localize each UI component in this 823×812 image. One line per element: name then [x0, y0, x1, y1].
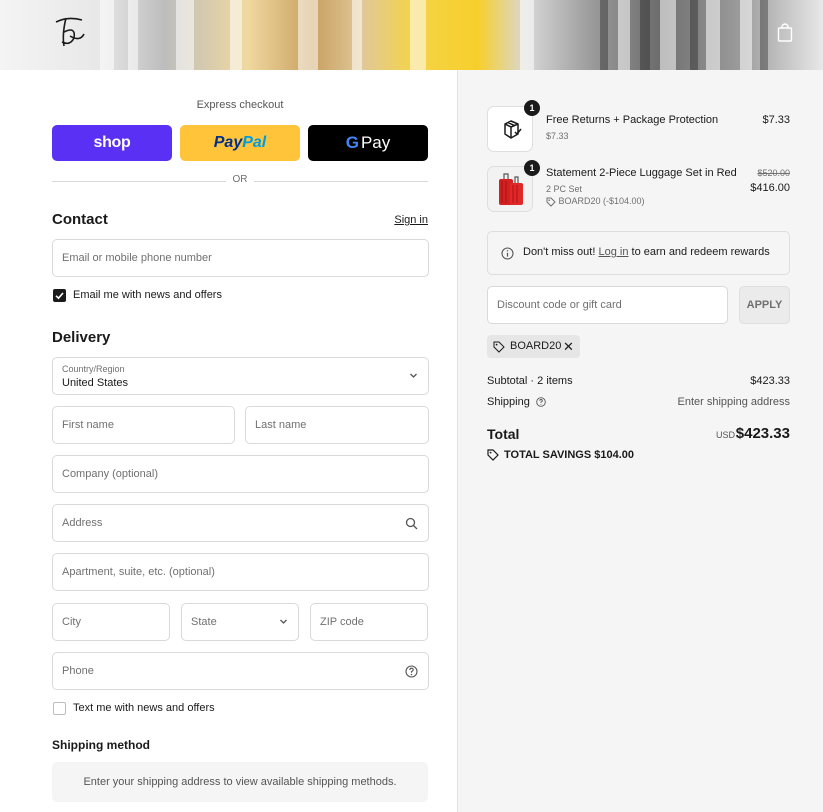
discount-code-input[interactable]: Discount code or gift card: [487, 286, 728, 324]
email-field[interactable]: Email or mobile phone number: [52, 239, 429, 277]
address-field[interactable]: Address: [52, 504, 429, 542]
tag-icon: [546, 197, 556, 207]
text-news-checkbox[interactable]: [53, 702, 66, 715]
company-placeholder: Company (optional): [62, 468, 158, 480]
email-placeholder: Email or mobile phone number: [62, 252, 212, 264]
phone-placeholder: Phone: [62, 665, 94, 677]
shipping-method-title: Shipping method: [52, 738, 150, 752]
applied-code: BOARD20: [510, 340, 562, 352]
item-original-price: $520.00: [757, 168, 790, 178]
shop-pay-button[interactable]: shop: [52, 125, 172, 161]
express-checkout-label: Express checkout: [196, 99, 284, 111]
item-title: Free Returns + Package Protection: [546, 114, 719, 126]
zip-placeholder: ZIP code: [320, 616, 364, 628]
chevron-down-icon: [280, 619, 287, 624]
shipping-method-message: Enter your shipping address to view avai…: [52, 762, 428, 802]
applied-discount-chip: BOARD20 ✕: [487, 335, 580, 358]
currency-label: USD: [716, 430, 736, 440]
item-subtitle: 2 PC Set: [546, 184, 583, 194]
signature-logo-icon[interactable]: [50, 12, 90, 56]
text-news-label: Text me with news and offers: [73, 702, 215, 714]
city-field[interactable]: City: [52, 603, 170, 641]
contact-title: Contact: [52, 211, 108, 228]
first-name-field[interactable]: First name: [52, 406, 235, 444]
item-subtitle: $7.33: [546, 131, 569, 141]
chevron-down-icon: [410, 373, 417, 378]
country-label: Country/Region: [62, 364, 125, 374]
shipping-line-label: Shipping: [487, 396, 546, 408]
country-value: United States: [62, 377, 129, 389]
or-label: OR: [232, 174, 248, 185]
city-placeholder: City: [62, 616, 81, 628]
rewards-suffix: to earn and redeem rewards: [631, 246, 770, 258]
subtotal-label: Subtotal · 2 items: [487, 375, 573, 387]
shipping-value: Enter shipping address: [677, 396, 790, 408]
state-select[interactable]: State: [181, 603, 299, 641]
email-news-checkbox[interactable]: [53, 289, 66, 302]
savings-label: TOTAL SAVINGS: [504, 449, 592, 461]
help-circle-icon[interactable]: [405, 665, 418, 678]
quantity-badge: 1: [524, 160, 540, 176]
phone-field[interactable]: Phone: [52, 652, 429, 690]
apartment-placeholder: Apartment, suite, etc. (optional): [62, 566, 215, 578]
search-icon: [405, 517, 418, 530]
paypal-label-part2: Pal: [242, 134, 267, 151]
checkmark-icon: [55, 292, 64, 300]
zip-field[interactable]: ZIP code: [310, 603, 428, 641]
tag-icon: [487, 449, 499, 461]
company-field[interactable]: Company (optional): [52, 455, 429, 493]
item-price: $416.00: [750, 182, 790, 194]
quantity-badge: 1: [524, 100, 540, 116]
address-placeholder: Address: [62, 517, 103, 529]
rewards-text: Don't miss out! Log in to earn and redee…: [523, 246, 770, 258]
subtotal-value: $423.33: [750, 375, 790, 387]
item-discount: BOARD20 (-$104.00): [546, 196, 645, 207]
google-pay-button[interactable]: G Pay: [308, 125, 428, 161]
rewards-banner: Don't miss out! Log in to earn and redee…: [487, 231, 790, 275]
delivery-title: Delivery: [52, 329, 111, 346]
tag-icon: [493, 341, 505, 353]
country-select[interactable]: Country/Region United States: [52, 357, 429, 395]
google-g-icon: G: [345, 133, 359, 152]
paypal-label-part1: Pay: [213, 134, 243, 151]
last-name-placeholder: Last name: [255, 419, 307, 431]
total-savings: TOTAL SAVINGS $104.00: [487, 449, 634, 461]
help-circle-icon[interactable]: [536, 397, 546, 407]
total-value: $423.33: [735, 425, 790, 442]
apartment-field[interactable]: Apartment, suite, etc. (optional): [52, 553, 429, 591]
item-price: $7.33: [762, 114, 790, 126]
shop-pay-label: shop: [93, 134, 131, 151]
first-name-placeholder: First name: [62, 419, 114, 431]
google-pay-label: Pay: [360, 133, 391, 152]
savings-value: $104.00: [594, 449, 635, 461]
paypal-button[interactable]: Pay Pal: [180, 125, 300, 161]
state-placeholder: State: [191, 616, 217, 628]
or-divider: OR: [52, 174, 428, 188]
total-label: Total: [487, 426, 520, 442]
rewards-prefix: Don't miss out!: [523, 246, 596, 258]
last-name-field[interactable]: Last name: [245, 406, 429, 444]
info-icon: [501, 247, 514, 260]
discount-placeholder: Discount code or gift card: [497, 299, 622, 311]
header-banner: [0, 0, 823, 70]
shipping-label-text: Shipping: [487, 396, 530, 408]
remove-discount-icon[interactable]: ✕: [563, 339, 574, 355]
sign-in-link[interactable]: Sign in: [394, 214, 428, 226]
apply-button[interactable]: APPLY: [739, 286, 790, 324]
item-title: Statement 2-Piece Luggage Set in Red: [546, 167, 737, 179]
log-in-link[interactable]: Log in: [598, 246, 628, 258]
item-discount-text: BOARD20 (-$104.00): [558, 196, 645, 206]
email-news-label: Email me with news and offers: [73, 289, 222, 301]
shopping-bag-icon[interactable]: [777, 22, 793, 42]
